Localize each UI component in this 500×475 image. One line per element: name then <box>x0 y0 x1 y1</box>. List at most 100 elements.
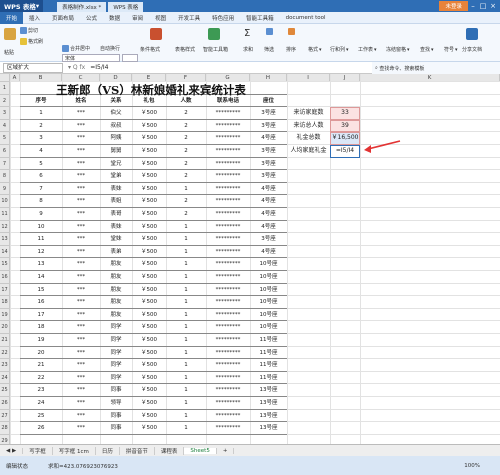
table-cell[interactable]: 1 <box>166 334 206 347</box>
table-cell[interactable]: 3号座 <box>250 145 287 158</box>
table-cell[interactable]: ********* <box>206 296 250 309</box>
table-cell[interactable]: 1 <box>166 183 206 196</box>
table-cell[interactable]: ********* <box>206 258 250 271</box>
row-header[interactable]: 29 <box>0 434 10 444</box>
table-cell[interactable]: ￥500 <box>132 195 166 208</box>
table-cell[interactable]: 1 <box>166 258 206 271</box>
table-cell[interactable]: ********* <box>206 397 250 410</box>
menu-page-layout[interactable]: 页面布局 <box>46 14 80 22</box>
table-cell[interactable]: ￥500 <box>132 258 166 271</box>
sheet-tab[interactable]: 日历 <box>96 446 120 455</box>
table-cell[interactable]: ********* <box>206 195 250 208</box>
table-cell[interactable]: *** <box>62 284 100 297</box>
menu-insert[interactable]: 插入 <box>23 14 46 22</box>
row-col-button[interactable]: 行和列 ▾ <box>330 46 349 54</box>
table-cell[interactable]: 13 <box>20 258 62 271</box>
table-cell[interactable]: 1 <box>166 372 206 385</box>
table-cell[interactable]: ￥500 <box>132 120 166 133</box>
table-cell[interactable]: 18 <box>20 321 62 334</box>
table-cell[interactable]: ********* <box>206 158 250 171</box>
row-header[interactable]: 17 <box>0 283 10 297</box>
table-cell[interactable]: 表哥 <box>100 208 132 221</box>
table-cell[interactable]: 2 <box>20 120 62 133</box>
table-cell[interactable]: 4号座 <box>250 183 287 196</box>
table-cell[interactable]: ********* <box>206 233 250 246</box>
side-panel-value[interactable]: 39 <box>330 119 360 133</box>
side-panel-value[interactable]: =I5/I4 <box>330 145 360 158</box>
table-cell[interactable]: 1 <box>166 221 206 234</box>
table-cell[interactable]: 10号座 <box>250 258 287 271</box>
table-cell[interactable]: ********* <box>206 410 250 423</box>
row-header[interactable]: 28 <box>0 422 10 435</box>
table-cell[interactable]: ￥500 <box>132 410 166 423</box>
side-panel-value[interactable]: 33 <box>330 107 360 120</box>
table-cell[interactable]: 表弟 <box>100 246 132 259</box>
menu-features[interactable]: 特色应用 <box>206 14 240 22</box>
row-header[interactable]: 9 <box>0 182 10 196</box>
table-cell[interactable]: ￥500 <box>132 309 166 322</box>
select-all-corner[interactable] <box>0 74 10 82</box>
font-size-selector[interactable] <box>122 54 138 62</box>
table-cell[interactable]: 朋友 <box>100 296 132 309</box>
table-cell[interactable]: *** <box>62 107 100 120</box>
table-cell[interactable]: *** <box>62 359 100 372</box>
row-header[interactable]: 18 <box>0 296 10 309</box>
table-cell[interactable]: ￥500 <box>132 107 166 120</box>
table-cell[interactable]: ￥500 <box>132 271 166 284</box>
table-cell[interactable]: 朋友 <box>100 258 132 271</box>
row-header[interactable]: 12 <box>0 220 10 234</box>
menu-data[interactable]: 数据 <box>103 14 126 22</box>
table-cell[interactable]: ********* <box>206 372 250 385</box>
table-cell[interactable]: 领导 <box>100 397 132 410</box>
table-cell[interactable]: ￥500 <box>132 170 166 183</box>
doc-tab[interactable]: WPS 表格 <box>108 2 144 12</box>
doc-tab-active[interactable]: 表格制作.xlsx * <box>57 2 107 12</box>
table-cell[interactable]: 23 <box>20 384 62 397</box>
table-cell[interactable]: *** <box>62 321 100 334</box>
sum-button[interactable]: Σ <box>244 28 250 39</box>
font-selector[interactable]: 宋体 <box>62 54 120 62</box>
table-cell[interactable]: *** <box>62 271 100 284</box>
table-cell[interactable]: 2 <box>166 145 206 158</box>
table-cell[interactable]: *** <box>62 410 100 423</box>
table-cell[interactable]: 同学 <box>100 359 132 372</box>
table-cell[interactable]: 1 <box>166 347 206 360</box>
table-cell[interactable]: *** <box>62 183 100 196</box>
table-cell[interactable]: 伯父 <box>100 107 132 120</box>
table-cell[interactable]: 10号座 <box>250 296 287 309</box>
table-cell[interactable]: ********* <box>206 183 250 196</box>
table-cell[interactable]: 4号座 <box>250 132 287 145</box>
table-cell[interactable]: ￥500 <box>132 359 166 372</box>
table-cell[interactable]: ********* <box>206 107 250 120</box>
row-header[interactable]: 23 <box>0 359 10 372</box>
table-cell[interactable]: 同事 <box>100 384 132 397</box>
table-cell[interactable]: 19 <box>20 334 62 347</box>
table-cell[interactable]: 2 <box>166 132 206 145</box>
table-cell[interactable]: ￥500 <box>132 422 166 435</box>
table-cell[interactable]: 4号座 <box>250 195 287 208</box>
table-cell[interactable]: 3 <box>20 132 62 145</box>
table-cell[interactable]: 10号座 <box>250 271 287 284</box>
table-cell[interactable]: 2 <box>166 170 206 183</box>
table-cell[interactable]: *** <box>62 296 100 309</box>
table-cell[interactable]: 11号座 <box>250 347 287 360</box>
table-cell[interactable]: 1 <box>166 271 206 284</box>
format-button[interactable]: 格式 ▾ <box>308 46 322 54</box>
table-cell[interactable]: 1 <box>166 246 206 259</box>
row-header[interactable]: 22 <box>0 346 10 360</box>
minimize-icon[interactable]: – <box>468 2 478 10</box>
table-cell[interactable]: 10 <box>20 221 62 234</box>
table-cell[interactable]: ￥500 <box>132 334 166 347</box>
table-cell[interactable]: *** <box>62 120 100 133</box>
row-header[interactable]: 24 <box>0 371 10 385</box>
table-cell[interactable]: ￥500 <box>132 158 166 171</box>
table-cell[interactable]: 1 <box>166 359 206 372</box>
paste-button[interactable] <box>4 28 16 40</box>
table-cell[interactable]: 13号座 <box>250 422 287 435</box>
add-sheet-icon[interactable]: + <box>217 447 235 454</box>
table-cell[interactable]: ********* <box>206 334 250 347</box>
format-painter-button[interactable]: 格式刷 <box>20 38 43 45</box>
table-cell[interactable]: ********* <box>206 347 250 360</box>
table-style-button[interactable]: 表格样式 <box>175 46 195 53</box>
table-cell[interactable]: 12 <box>20 246 62 259</box>
